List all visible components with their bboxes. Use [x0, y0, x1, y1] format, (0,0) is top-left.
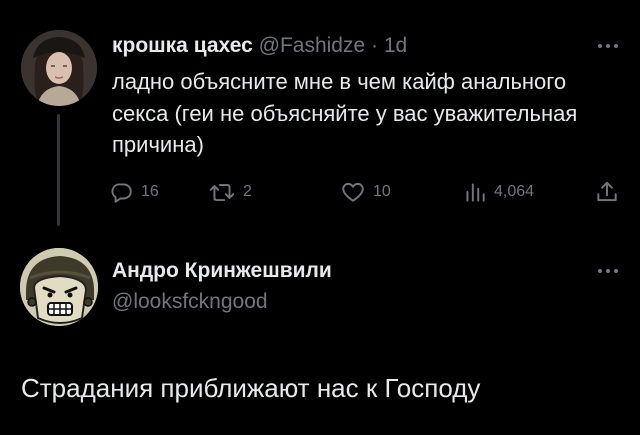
views-count: 4,064: [494, 183, 535, 200]
retweet-icon: [209, 184, 235, 202]
author-name[interactable]: крошка цахес: [112, 34, 253, 57]
original-tweet[interactable]: крошка цахес @Fashidze · 1d ладно объясн…: [0, 0, 640, 228]
heart-icon: [342, 182, 364, 202]
tweet-timestamp[interactable]: 1d: [384, 34, 407, 57]
retweet-button[interactable]: 2: [208, 178, 252, 206]
thread-connector-line: [57, 114, 60, 226]
reply-more-icon[interactable]: [595, 266, 621, 276]
share-button[interactable]: [594, 178, 627, 206]
reply-text: Страдания приближают нас к Господу: [21, 373, 481, 403]
avatar-cartoon-image: [20, 248, 98, 326]
tweet-thread-view: крошка цахес @Fashidze · 1d ладно объясн…: [0, 0, 640, 435]
views-button[interactable]: 4,064: [463, 178, 534, 206]
tweet-actions-bar: 16 2 10 4,064: [108, 178, 628, 206]
more-icon[interactable]: [595, 41, 621, 51]
share-icon: [597, 181, 617, 202]
tweet-text: ладно объясните мне в чем кайф анального…: [112, 69, 578, 157]
reply-button[interactable]: 16: [108, 178, 159, 206]
tweet-header: крошка цахес @Fashidze · 1d: [112, 33, 407, 59]
reply-count: 16: [141, 183, 159, 200]
reply-icon: [111, 183, 132, 203]
reply-author-handle[interactable]: @looksfckngood: [112, 289, 268, 315]
author-avatar[interactable]: [21, 30, 97, 106]
header-separator: ·: [371, 34, 378, 57]
reply-author-avatar[interactable]: [20, 248, 98, 326]
like-count: 10: [373, 183, 391, 200]
retweet-count: 2: [243, 183, 252, 200]
author-handle[interactable]: @Fashidze: [259, 34, 366, 57]
like-button[interactable]: 10: [340, 178, 391, 206]
views-icon: [466, 183, 485, 202]
avatar-photo: [21, 30, 97, 106]
reply-author-name[interactable]: Андро Кринжешвили: [112, 258, 332, 284]
